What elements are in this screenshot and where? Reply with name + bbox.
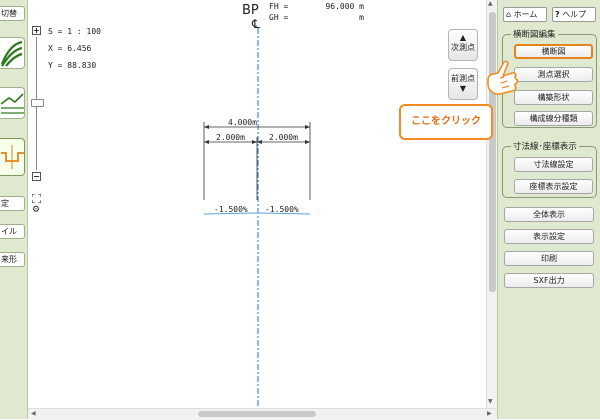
- coordinate-display-settings-button[interactable]: 座標表示設定: [514, 179, 593, 194]
- display-settings-button[interactable]: 表示設定: [504, 229, 594, 244]
- group-title: 寸法線･座標表示: [511, 140, 579, 152]
- drawing-canvas[interactable]: BP ℄ FH = 96.000 m GH = m S = 1 : 100 X …: [28, 0, 486, 408]
- cross-section-tool-icon: [1, 145, 24, 169]
- scroll-right-icon[interactable]: ▶: [487, 410, 492, 417]
- up-arrow-icon: ▲: [459, 33, 467, 42]
- click-here-callout: ここをクリック: [399, 104, 493, 140]
- cross-section-drawing: [203, 28, 311, 408]
- print-button[interactable]: 印刷: [504, 251, 594, 266]
- left-button-1[interactable]: 定: [0, 196, 25, 211]
- home-button[interactable]: ⌂ ホーム: [503, 7, 547, 22]
- left-toolbar: 切替 定 イル 来形: [0, 0, 28, 419]
- horizontal-scrollbar[interactable]: ◀ ▶: [28, 408, 497, 420]
- question-icon: ?: [555, 10, 560, 19]
- sxf-export-button[interactable]: SXF出力: [504, 273, 594, 288]
- show-all-button[interactable]: 全体表示: [504, 207, 594, 222]
- pointing-hand-icon: [487, 60, 519, 95]
- switch-button[interactable]: 切替: [0, 6, 25, 21]
- dimension-display-group: 寸法線･座標表示 寸法線設定 座標表示設定: [502, 140, 597, 198]
- prev-station-label: 前測点: [451, 74, 475, 83]
- home-label: ホーム: [513, 10, 538, 19]
- construction-shape-button[interactable]: 構築形状: [514, 90, 593, 105]
- dimension-settings-button[interactable]: 寸法線設定: [514, 157, 593, 172]
- total-width-label: 4.000m: [228, 118, 257, 127]
- left-width-label: 2.000m: [216, 133, 245, 142]
- group-title: 横断図編集: [511, 28, 558, 40]
- scroll-up-icon[interactable]: ▲: [488, 0, 493, 7]
- help-label: ヘルプ: [562, 10, 587, 19]
- down-arrow-icon: ▼: [459, 84, 467, 93]
- home-icon: ⌂: [506, 10, 512, 19]
- curve-tool-icon: [0, 40, 23, 67]
- next-station-button[interactable]: ▲ 次測点: [448, 29, 478, 61]
- next-station-label: 次測点: [451, 43, 475, 52]
- right-slope-label: -1.500%: [265, 205, 299, 214]
- tool-plan-view[interactable]: [0, 37, 25, 69]
- profile-tool-icon: [0, 93, 24, 114]
- vertical-scroll-thumb[interactable]: [489, 12, 496, 292]
- segment-type-button[interactable]: 構成線分種類: [514, 111, 593, 126]
- left-slope-label: -1.500%: [214, 205, 248, 214]
- prev-station-button[interactable]: 前測点 ▼: [448, 68, 478, 100]
- tool-cross-section[interactable]: [0, 138, 25, 176]
- right-width-label: 2.000m: [269, 133, 298, 142]
- help-button[interactable]: ? ヘルプ: [552, 7, 596, 22]
- horizontal-scroll-thumb[interactable]: [198, 411, 316, 417]
- cross-section-button[interactable]: 横断図: [514, 44, 593, 59]
- scroll-down-icon[interactable]: ▼: [488, 398, 493, 405]
- left-button-2[interactable]: イル: [0, 224, 25, 239]
- left-button-3[interactable]: 来形: [0, 252, 25, 267]
- station-select-button[interactable]: 測点選択: [514, 67, 593, 82]
- tool-profile-view[interactable]: [0, 87, 25, 119]
- scroll-left-icon[interactable]: ◀: [31, 410, 36, 417]
